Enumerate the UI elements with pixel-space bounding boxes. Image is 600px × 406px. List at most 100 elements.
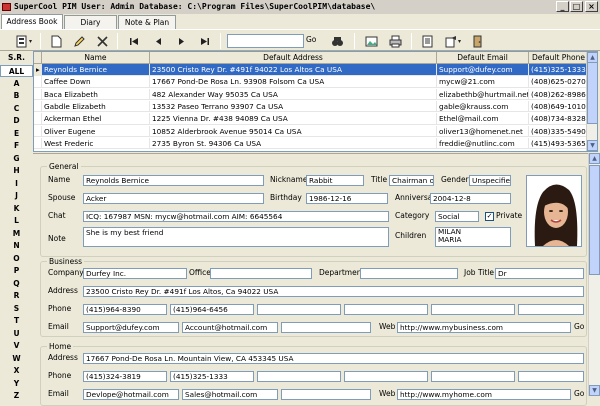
home-phone-2[interactable]: (415)325-1333	[170, 371, 254, 382]
address-card-icon[interactable]	[419, 33, 435, 49]
form-scroll-up-icon[interactable]: ▲	[589, 153, 600, 164]
tab-note-plan[interactable]: Note & Plan	[118, 15, 176, 29]
exit-door-icon[interactable]	[469, 33, 485, 49]
note-textarea[interactable]: She is my best friend	[83, 227, 389, 247]
table-row[interactable]: Caffee Down 17667 Pond-De Rosa Ln. 93908 …	[34, 76, 589, 88]
index-letter-k[interactable]: K	[0, 203, 33, 215]
home-phone-6[interactable]	[518, 371, 584, 382]
table-row[interactable]: ▸ Reynolds Bernice 23500 Cristo Rey Dr. #4…	[34, 64, 589, 76]
business-email-3[interactable]	[281, 322, 371, 333]
index-letter-f[interactable]: F	[0, 140, 33, 152]
home-web-field[interactable]: http://www.myhome.com	[397, 389, 571, 400]
index-letter-a[interactable]: A	[0, 78, 33, 90]
tab-diary[interactable]: Diary	[64, 15, 117, 29]
table-row[interactable]: Gabdle Elizabeth 13532 Paseo Terrano 9390…	[34, 100, 589, 113]
form-scroll-thumb[interactable]	[589, 165, 600, 275]
search-input[interactable]	[227, 34, 304, 48]
index-letter-v[interactable]: V	[0, 340, 33, 352]
home-address-field[interactable]: 17667 Pond-De Rosa Ln. Mountain View, CA…	[83, 353, 584, 364]
table-row[interactable]: West Frederic 2735 Byron St. 94306 Ca USA…	[34, 137, 589, 150]
home-email-3[interactable]	[281, 389, 371, 400]
close-button[interactable]: ×	[585, 1, 598, 12]
company-field[interactable]: Durfey Inc.	[83, 268, 187, 279]
column-header-address[interactable]: Default Address	[150, 52, 437, 64]
home-phone-1[interactable]: (415)324-3819	[83, 371, 167, 382]
scroll-down-icon[interactable]: ▼	[587, 140, 597, 151]
business-phone-4[interactable]	[344, 304, 428, 315]
new-contact-icon[interactable]	[48, 33, 64, 49]
home-phone-4[interactable]	[344, 371, 428, 382]
row-indicator[interactable]	[34, 113, 42, 125]
children-list[interactable]: MILAN MARIA	[435, 227, 511, 247]
home-web-go-button[interactable]: Go	[574, 389, 584, 399]
index-letter-i[interactable]: I	[0, 178, 33, 190]
index-letter-z[interactable]: Z	[0, 390, 33, 402]
search-go-button[interactable]: Go	[306, 35, 316, 44]
index-letter-n[interactable]: N	[0, 240, 33, 252]
delete-contact-icon[interactable]	[94, 33, 110, 49]
index-letter-h[interactable]: H	[0, 165, 33, 177]
category-select[interactable]: Social	[435, 211, 479, 222]
index-letter-l[interactable]: L	[0, 215, 33, 227]
home-email-1[interactable]: Devlope@hotmail.com	[83, 389, 179, 400]
child-item[interactable]: MARIA	[438, 236, 510, 244]
private-checkbox[interactable]: ✓	[485, 212, 494, 221]
previous-record-icon[interactable]	[150, 33, 166, 49]
business-phone-5[interactable]	[431, 304, 515, 315]
image-icon[interactable]	[363, 33, 379, 49]
index-letter-t[interactable]: T	[0, 315, 33, 327]
index-letter-y[interactable]: Y	[0, 378, 33, 390]
contact-photo[interactable]	[526, 175, 582, 247]
first-record-icon[interactable]	[126, 33, 142, 49]
business-phone-1[interactable]: (415)964-8390	[83, 304, 167, 315]
export-menu-icon[interactable]: ▾	[442, 33, 464, 49]
scroll-thumb[interactable]	[587, 62, 597, 124]
name-field[interactable]: Reynolds Bernice	[83, 175, 264, 186]
column-header-name[interactable]: Name	[42, 52, 150, 64]
job-title-field[interactable]: Dr	[495, 268, 584, 279]
home-phone-3[interactable]	[257, 371, 341, 382]
form-scrollbar[interactable]: ▲ ▼	[588, 153, 600, 396]
table-row[interactable]: Oliver Eugene 10852 Alderbrook Avenue 950…	[34, 125, 589, 137]
grid-scrollbar[interactable]: ▲ ▼	[586, 52, 597, 151]
tab-address-book[interactable]: Address Book	[1, 14, 63, 29]
business-address-field[interactable]: 23500 Cristo Rey Dr. #491f Los Altos, Ca…	[83, 286, 584, 297]
index-letter-r[interactable]: R	[0, 290, 33, 302]
spouse-field[interactable]: Acker	[83, 193, 264, 204]
row-indicator[interactable]	[34, 137, 42, 150]
find-binoculars-icon[interactable]	[329, 33, 345, 49]
minimize-button[interactable]: _	[556, 1, 569, 12]
index-letter-p[interactable]: P	[0, 265, 33, 277]
form-scroll-down-icon[interactable]: ▼	[589, 385, 600, 396]
chat-field[interactable]: ICQ: 167987 MSN: mycw@hotmail.com AIM: 6…	[83, 211, 389, 222]
business-phone-3[interactable]	[257, 304, 341, 315]
row-indicator[interactable]	[34, 100, 42, 113]
home-email-2[interactable]: Sales@hotmail.com	[182, 389, 278, 400]
index-letter-c[interactable]: C	[0, 103, 33, 115]
row-indicator[interactable]	[34, 125, 42, 137]
index-letter-m[interactable]: M	[0, 228, 33, 240]
business-web-go-button[interactable]: Go	[574, 322, 584, 332]
last-record-icon[interactable]	[196, 33, 212, 49]
index-letter-b[interactable]: B	[0, 90, 33, 102]
row-indicator[interactable]	[34, 88, 42, 101]
index-letter-e[interactable]: E	[0, 128, 33, 140]
business-web-field[interactable]: http://www.mybusiness.com	[397, 322, 571, 333]
index-letter-x[interactable]: X	[0, 365, 33, 377]
business-phone-6[interactable]	[518, 304, 584, 315]
anniversary-field[interactable]: 2004-12-8	[430, 193, 511, 204]
birthday-field[interactable]: 1986-12-16	[306, 193, 388, 204]
office-field[interactable]	[210, 268, 312, 279]
index-letter-w[interactable]: W	[0, 353, 33, 365]
business-email-2[interactable]: Account@hotmail.com	[182, 322, 278, 333]
index-letter-o[interactable]: O	[0, 253, 33, 265]
edit-contact-icon[interactable]	[71, 33, 87, 49]
business-phone-2[interactable]: (415)964-6456	[170, 304, 254, 315]
print-icon[interactable]	[387, 33, 403, 49]
index-letter-q[interactable]: Q	[0, 278, 33, 290]
table-row[interactable]: Baca Elizabeth 482 Alexander Way 95035 Ca…	[34, 88, 589, 101]
business-email-1[interactable]: Support@dufey.com	[83, 322, 179, 333]
index-letter-d[interactable]: D	[0, 115, 33, 127]
index-letter-j[interactable]: J	[0, 190, 33, 202]
row-indicator[interactable]: ▸	[34, 64, 42, 76]
